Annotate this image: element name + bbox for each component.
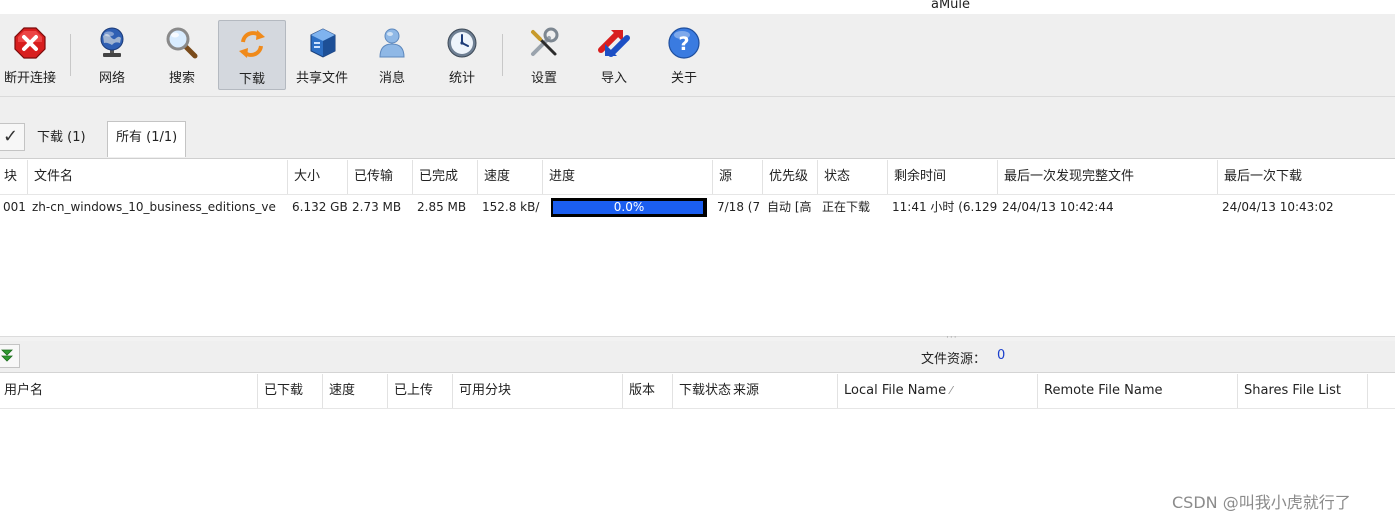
- messages-icon: [379, 28, 405, 58]
- messages-label: 消息: [378, 71, 405, 86]
- shared-files-label: 共享文件: [295, 71, 348, 86]
- cell-last-received: 24/04/13 10:43:02: [1222, 200, 1334, 214]
- column-header-available-parts[interactable]: 可用分块: [453, 374, 623, 408]
- window-title: aMule: [931, 0, 971, 12]
- column-header-remaining[interactable]: 剩余时间: [888, 160, 998, 194]
- column-header-shares-file-list[interactable]: Shares File List: [1238, 374, 1368, 408]
- sources-count: 0: [997, 348, 1006, 363]
- select-all-checkbox[interactable]: ✓: [0, 123, 25, 151]
- network-button[interactable]: 网络: [78, 20, 146, 90]
- tab-all[interactable]: 所有 (1/1): [107, 121, 187, 157]
- network-label: 网络: [98, 71, 125, 86]
- settings-icon: [531, 27, 559, 56]
- shared-files-button[interactable]: 共享文件: [288, 20, 356, 90]
- column-header-local-file-name[interactable]: Local File Name ⁄: [838, 374, 1038, 408]
- download-icon: [239, 30, 265, 58]
- sources-list-header: 用户名 已下载 速度 已上传 可用分块 版本 下载状态 来源 Local Fil…: [0, 374, 1395, 409]
- category-filter-bar: ✓ 下载 (1) 所有 (1/1): [0, 97, 1395, 159]
- download-button[interactable]: 下载: [218, 20, 286, 90]
- settings-label: 设置: [530, 71, 557, 86]
- toolbar-separator: [502, 34, 503, 76]
- column-header-remote-file-name[interactable]: Remote File Name: [1038, 374, 1238, 408]
- column-header-downloaded[interactable]: 已下载: [258, 374, 323, 408]
- statistics-button[interactable]: 统计: [428, 20, 496, 90]
- title-bar: aMule: [0, 0, 1395, 14]
- toggle-sources-button[interactable]: [0, 344, 20, 368]
- column-header-priority[interactable]: 优先级: [763, 160, 818, 194]
- column-header-filename[interactable]: 文件名: [28, 160, 288, 194]
- cell-remaining: 11:41 小时 (6.129: [892, 200, 998, 214]
- download-label: 下载: [238, 72, 265, 87]
- column-header-speed[interactable]: 速度: [478, 160, 543, 194]
- watermark: CSDN @叫我小虎就行了: [1172, 493, 1351, 512]
- column-header-download-state[interactable]: 下载状态: [673, 374, 731, 408]
- column-header-uploaded[interactable]: 已上传: [388, 374, 453, 408]
- disconnect-icon: [14, 27, 46, 59]
- toolbar-separator: [70, 34, 71, 76]
- main-toolbar: 断开连接 网络 搜索 下载 共享文件 消息 统计 设置 导入 ? 关于: [0, 14, 1395, 97]
- column-header-size[interactable]: 大小: [288, 160, 348, 194]
- progress-text: 0.0%: [613, 200, 645, 214]
- cell-speed: 152.8 kB/: [482, 200, 540, 214]
- tab-downloading[interactable]: 下载 (1): [29, 121, 94, 155]
- cell-size: 6.132 GB: [292, 200, 348, 214]
- search-icon: [166, 27, 198, 59]
- messages-button[interactable]: 消息: [358, 20, 426, 90]
- disconnect-button[interactable]: 断开连接: [0, 20, 64, 90]
- column-header-completed[interactable]: 已完成: [413, 160, 478, 194]
- import-icon: [598, 30, 630, 57]
- download-row[interactable]: 001 zh-cn_windows_10_business_editions_v…: [0, 194, 1395, 220]
- cell-status: 正在下载: [822, 200, 871, 214]
- double-chevron-down-icon: [1, 349, 13, 362]
- shared-files-icon: [310, 28, 336, 58]
- column-header-origin[interactable]: 来源: [729, 374, 838, 408]
- import-button[interactable]: 导入: [580, 20, 648, 90]
- column-header-version[interactable]: 版本: [623, 374, 673, 408]
- disconnect-label: 断开连接: [3, 71, 56, 86]
- local-file-name-label: Local File Name: [844, 383, 947, 398]
- column-header-last-seen-complete[interactable]: 最后一次发现完整文件: [998, 160, 1218, 194]
- column-header-part[interactable]: 块: [0, 160, 28, 194]
- about-button[interactable]: ? 关于: [650, 20, 718, 90]
- settings-button[interactable]: 设置: [510, 20, 578, 90]
- column-header-status[interactable]: 状态: [818, 160, 888, 194]
- cell-transferred: 2.73 MB: [352, 200, 402, 214]
- svg-text:?: ?: [678, 33, 689, 55]
- cell-filename: zh-cn_windows_10_business_editions_ve: [32, 200, 276, 214]
- search-button[interactable]: 搜索: [148, 20, 216, 90]
- sources-label: 文件资源：: [921, 352, 987, 367]
- import-label: 导入: [600, 71, 627, 86]
- download-list-header: 块 文件名 大小 已传输 已完成 速度 进度 源 优先级 状态 剩余时间 最后一…: [0, 160, 1395, 195]
- cell-last-seen-complete: 24/04/13 10:42:44: [1002, 200, 1114, 214]
- progress-bar: 0.0%: [551, 198, 707, 217]
- cell-completed: 2.85 MB: [417, 200, 467, 214]
- about-label: 关于: [670, 71, 697, 86]
- sort-indicator-icon: ⁄: [950, 384, 953, 397]
- cell-priority: 自动 [高: [767, 200, 812, 214]
- statistics-label: 统计: [448, 71, 475, 86]
- column-header-progress[interactable]: 进度: [543, 160, 713, 194]
- column-header-username[interactable]: 用户名: [0, 374, 258, 408]
- about-icon: ?: [668, 27, 700, 59]
- network-icon: [100, 27, 124, 57]
- column-header-source-speed[interactable]: 速度: [323, 374, 388, 408]
- column-header-last-received[interactable]: 最后一次下载: [1218, 160, 1395, 194]
- cell-sources: 7/18 (7: [717, 200, 761, 214]
- cell-part: 001: [3, 200, 26, 214]
- column-header-transferred[interactable]: 已传输: [348, 160, 413, 194]
- search-label: 搜索: [168, 71, 195, 86]
- sources-bar: 文件资源： 0: [0, 341, 1395, 373]
- column-header-sources[interactable]: 源: [713, 160, 763, 194]
- statistics-icon: [447, 28, 477, 58]
